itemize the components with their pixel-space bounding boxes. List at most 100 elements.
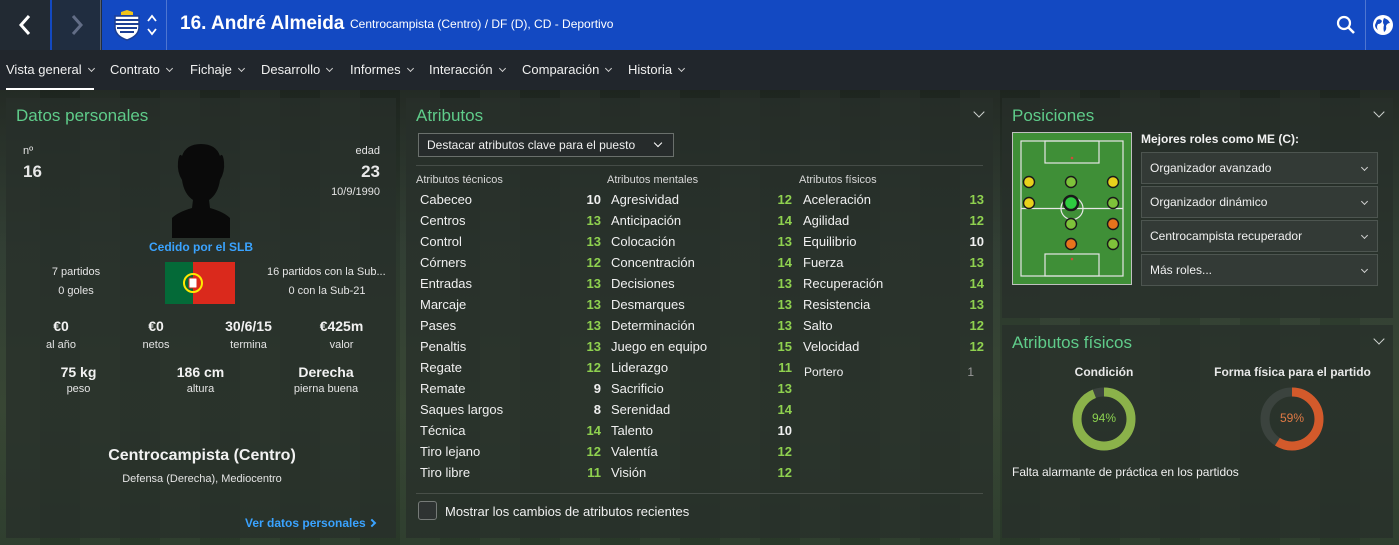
menu-fichaje[interactable]: Fichaje [190, 50, 245, 90]
forward-button[interactable] [52, 0, 102, 50]
attribute-name: Pases [420, 318, 457, 333]
chevron-down-icon [326, 64, 334, 73]
attribute-value: 13 [777, 276, 792, 291]
attribute-value: 13 [969, 297, 984, 312]
attribute-value: 13 [969, 192, 984, 207]
attribute-value: 14 [777, 402, 792, 417]
chevron-right-icon [367, 518, 377, 528]
attribute-row: Sacrificio 13 [611, 381, 792, 402]
deportivo-crest-icon[interactable] [112, 9, 142, 41]
attribute-name: Marcaje [420, 297, 467, 312]
collapse-icon[interactable] [1373, 106, 1385, 118]
search-icon [1336, 15, 1355, 34]
highlight-attributes-dropdown[interactable]: Destacar atributos clave para el puesto [418, 133, 674, 157]
role-option-organizador-avanzado[interactable]: Organizador avanzado [1141, 152, 1378, 184]
attribute-row: Control 13 [420, 234, 601, 255]
attribute-name: Remate [420, 381, 466, 396]
attribute-row: Desmarques 13 [611, 297, 792, 318]
chevron-down-icon [87, 64, 95, 73]
attribute-value: 12 [586, 255, 601, 270]
attribute-row: Técnica 14 [420, 423, 601, 444]
attribute-value: 10 [969, 234, 984, 249]
loan-link[interactable]: Cedido por el SLB [101, 240, 301, 254]
best-roles-label: Mejores roles como ME (C): [1141, 132, 1300, 146]
attribute-name: Visión [611, 465, 647, 480]
attribute-value: 10 [777, 423, 792, 438]
attribute-row: Saques largos 8 [420, 402, 601, 423]
attribute-value: 13 [586, 213, 601, 228]
attribute-row: Resistencia 13 [803, 297, 984, 318]
attribute-name: Velocidad [803, 339, 860, 354]
menu-contrato[interactable]: Contrato [110, 50, 173, 90]
market-value: €425m [319, 318, 364, 334]
role-option-organizador-dinamico[interactable]: Organizador dinámico [1141, 186, 1378, 218]
view-personal-details-link[interactable]: Ver datos personales [245, 516, 377, 530]
attribute-value: 11 [778, 360, 792, 375]
portugal-flag-icon [165, 262, 235, 304]
condition-label: Condición [1074, 365, 1134, 379]
attribute-name: Sacrificio [611, 381, 664, 396]
attribute-name: Córners [420, 255, 467, 270]
attribute-value: 8 [593, 402, 601, 417]
menu-informes[interactable]: Informes [350, 50, 414, 90]
menu-desarrollo[interactable]: Desarrollo [261, 50, 334, 90]
collapse-icon[interactable] [1373, 333, 1385, 345]
attribute-value: 13 [777, 318, 792, 333]
globe-icon [1372, 15, 1393, 35]
attribute-value: 13 [777, 297, 792, 312]
chevron-down-icon [605, 64, 613, 73]
more-roles-dropdown[interactable]: Más roles... [1141, 254, 1378, 286]
attribute-row: Decisiones 13 [611, 276, 792, 297]
collapse-icon[interactable] [973, 106, 985, 118]
back-button[interactable] [0, 0, 50, 50]
secondary-positions: Defensa (Derecha), Mediocentro [122, 473, 282, 485]
attribute-name: Tiro lejano [420, 444, 481, 459]
chevron-left-icon [18, 15, 31, 35]
attribute-row: Marcaje 13 [420, 297, 601, 318]
positions-panel: Posiciones Mejores roles como ME (C): Or… [1002, 98, 1393, 318]
menu-vista-general[interactable]: Vista general [6, 50, 95, 90]
menu-interaccion[interactable]: Interacción [429, 50, 506, 90]
attribute-name: Regate [420, 360, 462, 375]
contract-end-value: 30/6/15 [225, 318, 272, 334]
attribute-row: Centros 13 [420, 213, 601, 234]
attribute-row: Juego en equipo 15 [611, 339, 792, 360]
panel-title: Atributos físicos [1012, 333, 1132, 352]
wage-label: al año [46, 339, 76, 351]
player-silhouette-icon [172, 144, 230, 238]
attribute-name: Salto [803, 318, 833, 333]
contract-end-label: termina [230, 339, 267, 351]
club-switch-icon[interactable] [146, 12, 158, 38]
attribute-value: 12 [969, 339, 984, 354]
attribute-row: Talento 10 [611, 423, 792, 444]
menu-historia[interactable]: Historia [628, 50, 686, 90]
player-subtitle: Centrocampista (Centro) / DF (D), CD - D… [350, 17, 614, 31]
chevron-down-icon [1360, 163, 1369, 172]
attribute-name: Colocación [611, 234, 676, 249]
attribute-value: 12 [969, 318, 984, 333]
technical-header: Atributos técnicos [416, 174, 503, 186]
match-practice-warning: Falta alarmante de práctica en los parti… [1012, 465, 1239, 479]
attribute-name: Aceleración [803, 192, 871, 207]
attribute-name: Centros [420, 213, 466, 228]
mental-header: Atributos mentales [607, 174, 699, 186]
chevron-down-icon [1360, 265, 1369, 274]
attribute-row: Aceleración 13 [803, 192, 984, 213]
divider [416, 493, 983, 494]
panel-title: Posiciones [1012, 106, 1095, 125]
physical-condition-panel: Atributos físicos Condición Forma física… [1002, 325, 1393, 538]
show-changes-checkbox[interactable] [418, 501, 437, 520]
attribute-row: Agilidad 12 [803, 213, 984, 234]
attribute-name: Saques largos [420, 402, 504, 417]
attribute-value: 12 [777, 444, 792, 459]
chevron-down-icon [165, 64, 173, 73]
attribute-name: Anticipación [611, 213, 682, 228]
match-fitness-label: Forma física para el partido [1214, 365, 1371, 379]
attribute-name: Desmarques [611, 297, 685, 312]
menu-comparacion[interactable]: Comparación [522, 50, 613, 90]
globe-button[interactable] [1366, 0, 1399, 50]
role-option-centrocampista-recuperador[interactable]: Centrocampista recuperador [1141, 220, 1378, 252]
search-button[interactable] [1328, 0, 1364, 50]
attribute-row: Salto 12 [803, 318, 984, 339]
attribute-row: Concentración 14 [611, 255, 792, 276]
